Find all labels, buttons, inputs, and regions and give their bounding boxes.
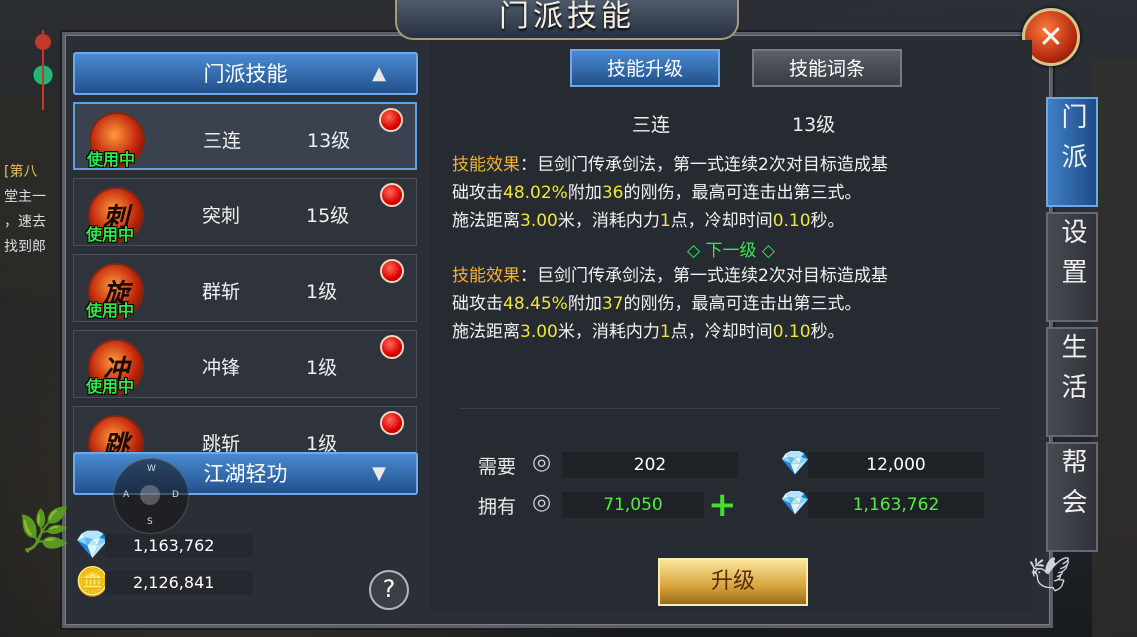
- currency-coin-row: 🪙 2,126,841: [73, 565, 253, 598]
- bird-ornament-icon: 🕊: [1028, 555, 1072, 595]
- need-silver-amount: 202: [562, 452, 738, 478]
- gem-amount: 1,163,762: [105, 534, 253, 558]
- need-label: 需要: [478, 456, 517, 478]
- skill-level: 1级: [306, 281, 338, 303]
- notification-dot-icon: [380, 335, 404, 359]
- sect-skills-header-label: 门派技能: [203, 62, 288, 86]
- divider: [460, 408, 1000, 409]
- chevron-up-icon: ▲: [372, 63, 386, 84]
- background-right-strip: [1092, 60, 1137, 637]
- side-tab-label: 设置: [1057, 218, 1087, 298]
- notification-dot-icon: [380, 411, 404, 435]
- notification-dot-icon: [380, 259, 404, 283]
- silver-ingot-icon: ◎: [532, 490, 552, 515]
- have-gem-amount: 1,163,762: [808, 492, 984, 518]
- skill-status-badge: 使用中: [87, 150, 136, 169]
- add-silver-button[interactable]: +: [708, 488, 737, 522]
- side-tab-settings[interactable]: 设置: [1046, 212, 1098, 322]
- side-tab-label: 生活: [1057, 333, 1087, 413]
- have-silver-amount: 71,050: [562, 492, 704, 518]
- side-tab-label: 门派: [1057, 103, 1087, 183]
- skill-list-panel: 门派技能 ▲ 使用中 三连 13级 刺 使用中 突刺 15级 旋 使用中 群斩 …: [73, 50, 419, 615]
- skill-name: 突刺: [202, 205, 241, 227]
- quest-line: 找到郎: [4, 239, 46, 255]
- help-button[interactable]: ?: [369, 570, 409, 610]
- quest-line: ，速去: [4, 214, 46, 230]
- chevron-down-icon: ▼: [372, 463, 386, 484]
- silver-ingot-icon: ◎: [532, 450, 552, 475]
- side-tab-sect[interactable]: 门派: [1046, 97, 1098, 207]
- close-icon: ✕: [1038, 19, 1064, 55]
- virtual-joystick[interactable]: W A D S: [113, 458, 189, 534]
- skill-item-chongfeng[interactable]: 冲 使用中 冲锋 1级: [73, 330, 417, 398]
- gem-icon: 💎: [780, 489, 810, 517]
- current-level-description: 技能效果：巨剑门传承剑法，第一式连续2次对目标造成基 础攻击48.02%附加36…: [452, 155, 888, 231]
- skill-status-badge: 使用中: [86, 377, 135, 396]
- skill-status-badge: 使用中: [86, 225, 135, 244]
- skill-item-tuci[interactable]: 刺 使用中 突刺 15级: [73, 178, 417, 246]
- skill-level: 13级: [307, 130, 351, 152]
- selected-skill-name: 三连: [632, 114, 671, 136]
- next-level-description: 技能效果：巨剑门传承剑法，第一式连续2次对目标造成基 础攻击48.45%附加37…: [452, 266, 888, 342]
- upgrade-button[interactable]: 升级: [658, 558, 808, 606]
- quest-line: [第八: [4, 164, 38, 180]
- coin-amount: 2,126,841: [105, 571, 253, 595]
- skill-level: 15级: [306, 205, 350, 227]
- skill-level: 1级: [306, 357, 338, 379]
- skill-name: 冲锋: [202, 357, 241, 379]
- gem-icon: 💎: [75, 528, 110, 561]
- gem-icon: 💎: [780, 449, 810, 477]
- background-quest-text: [第八 堂主一 ，速去 找到郎: [4, 160, 64, 260]
- skill-list[interactable]: 使用中 三连 13级 刺 使用中 突刺 15级 旋 使用中 群斩 1级 冲 使用…: [73, 102, 419, 496]
- skill-detail-panel: 技能升级 技能词条 三连 13级 技能效果：巨剑门传承剑法，第一式连续2次对目标…: [430, 40, 1032, 612]
- joystick-east-label: D: [172, 490, 179, 500]
- bamboo-leaf-icon: 🌿: [18, 505, 71, 554]
- skill-status-badge: 使用中: [86, 301, 135, 320]
- qinggong-header-label: 江湖轻功: [203, 462, 288, 486]
- skill-item-qunzhan[interactable]: 旋 使用中 群斩 1级: [73, 254, 417, 322]
- side-tab-label: 帮会: [1057, 448, 1087, 528]
- sect-skills-header[interactable]: 门派技能 ▲: [73, 52, 418, 95]
- window-title: 门派技能: [395, 0, 739, 40]
- joystick-north-label: W: [147, 464, 156, 474]
- notification-dot-icon: [380, 183, 404, 207]
- side-tab-life[interactable]: 生活: [1046, 327, 1098, 437]
- need-gem-amount: 12,000: [808, 452, 984, 478]
- selected-skill-level: 13级: [792, 114, 836, 136]
- side-tab-guild[interactable]: 帮会: [1046, 442, 1098, 552]
- joystick-knob[interactable]: [140, 485, 160, 505]
- have-label: 拥有: [478, 496, 517, 518]
- skill-item-sanlian[interactable]: 使用中 三连 13级: [73, 102, 417, 170]
- notification-dot-icon: [379, 108, 403, 132]
- skill-name: 三连: [203, 130, 242, 152]
- coin-icon: 🪙: [75, 565, 110, 598]
- next-level-label: ◇ 下一级 ◇: [687, 241, 775, 261]
- quest-line: 堂主一: [4, 189, 46, 205]
- tab-skill-entries[interactable]: 技能词条: [752, 49, 902, 87]
- currency-gem-row: 💎 1,163,762: [73, 528, 253, 561]
- joystick-south-label: S: [147, 517, 153, 527]
- tab-skill-upgrade[interactable]: 技能升级: [570, 49, 720, 87]
- tassel-ornament-icon: [33, 30, 53, 110]
- skill-name: 群斩: [202, 281, 241, 303]
- joystick-west-label: A: [123, 490, 130, 500]
